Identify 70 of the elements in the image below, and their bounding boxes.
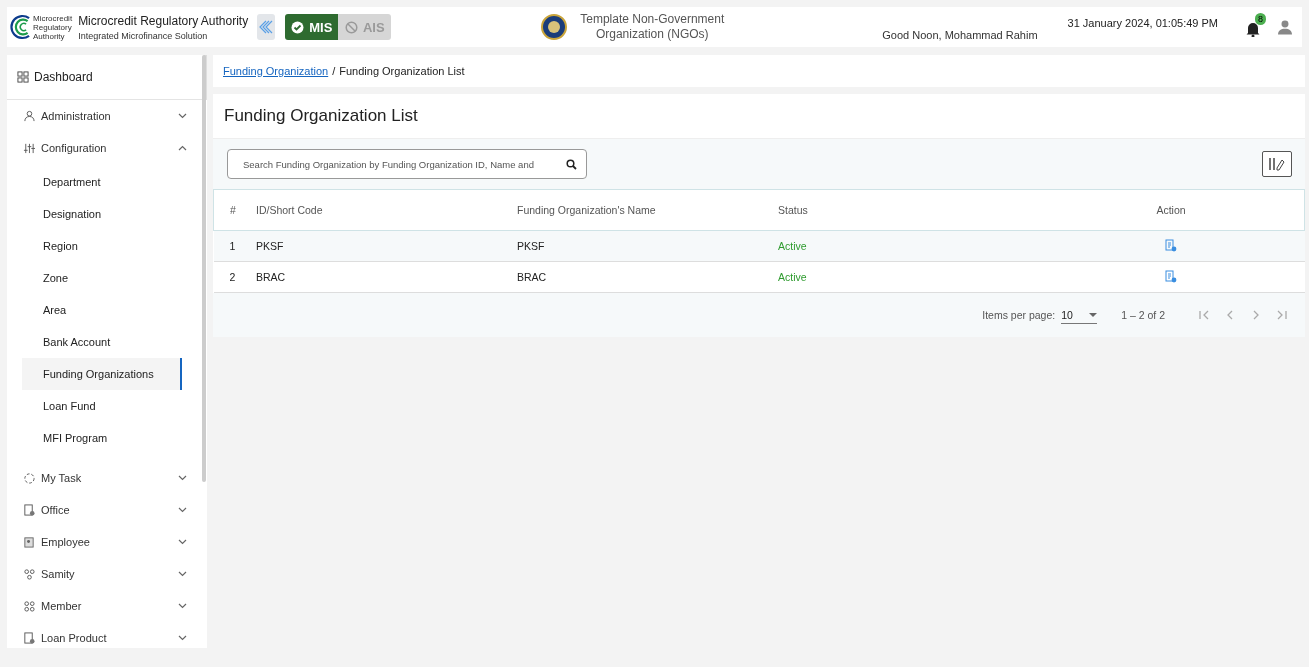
menu-group[interactable]: Samity bbox=[7, 558, 207, 590]
check-circle-icon bbox=[291, 20, 305, 34]
app-subtitle: Integrated Microfinance Solution bbox=[78, 30, 209, 41]
status-text: Active bbox=[777, 261, 1038, 293]
items-per-page-label: Items per page: bbox=[982, 309, 1056, 321]
menu-group[interactable]: Configuration bbox=[7, 132, 207, 164]
submenu-item[interactable]: Loan Fund bbox=[22, 390, 182, 422]
chevron-icon bbox=[178, 475, 187, 481]
menu-group[interactable]: Office bbox=[7, 494, 207, 526]
bell-icon[interactable] bbox=[1246, 21, 1260, 37]
menu-group[interactable]: Employee bbox=[7, 526, 207, 558]
organization-name: Template Non-Government Organization (NGOs) bbox=[579, 12, 726, 42]
last-page-icon bbox=[1276, 309, 1288, 321]
columns-pencil-icon bbox=[1268, 156, 1286, 172]
menu-group[interactable]: Administration bbox=[7, 100, 207, 132]
column-header: Action bbox=[1038, 189, 1305, 231]
table-cell: PKSF bbox=[255, 230, 516, 262]
column-header: Status bbox=[777, 189, 1038, 231]
menu-group[interactable]: Loan Product bbox=[7, 622, 207, 648]
view-details-icon[interactable] bbox=[1165, 238, 1178, 252]
table-cell: PKSF bbox=[516, 230, 777, 262]
menu-item[interactable]: Dashboard bbox=[7, 55, 207, 100]
chevron-icon bbox=[178, 603, 187, 609]
breadcrumb-separator: / bbox=[332, 65, 336, 77]
submenu-item[interactable]: Designation bbox=[22, 198, 182, 230]
status-text: Active bbox=[777, 230, 1038, 262]
first-page-icon bbox=[1198, 309, 1210, 321]
chevron-icon bbox=[178, 635, 187, 641]
date-time: 31 January 2024, 01:05:49 PM bbox=[1067, 17, 1218, 29]
emblem-icon bbox=[541, 14, 568, 40]
page-range: 1 – 2 of 2 bbox=[1121, 309, 1165, 321]
logo-text: Authority bbox=[33, 31, 65, 41]
collapse-button[interactable] bbox=[257, 14, 276, 40]
table-cell: 2 bbox=[213, 261, 255, 293]
breadcrumb-current: Funding Organization List bbox=[339, 65, 465, 77]
double-chevron-left-icon bbox=[258, 20, 275, 34]
menu-group[interactable]: Member bbox=[7, 590, 207, 622]
logo-text: Microcredit bbox=[33, 13, 73, 23]
caret-icon bbox=[1089, 312, 1098, 317]
module-tab[interactable]: MIS bbox=[285, 14, 339, 40]
search-icon bbox=[566, 159, 577, 170]
submenu-item[interactable]: Department bbox=[22, 166, 182, 198]
chevron-icon bbox=[178, 507, 187, 513]
submenu-item[interactable]: Area bbox=[22, 294, 182, 326]
table-cell: BRAC bbox=[255, 261, 516, 293]
notification-badge: 8 bbox=[1255, 13, 1267, 25]
column-header: Funding Organization's Name bbox=[516, 189, 777, 231]
column-header: ID/Short Code bbox=[255, 189, 516, 231]
menu-group[interactable]: My Task bbox=[7, 462, 207, 494]
submenu-item[interactable]: Zone bbox=[22, 262, 182, 294]
view-details-icon[interactable] bbox=[1165, 269, 1178, 283]
search-field[interactable]: Search Funding Organization by Funding Organization ID, Name and bbox=[227, 149, 587, 179]
logo-text: Regulatory bbox=[33, 22, 73, 32]
table-cell: 1 bbox=[213, 230, 255, 262]
ban-icon bbox=[344, 20, 358, 34]
chevron-icon bbox=[178, 571, 187, 577]
chevron-icon bbox=[178, 113, 187, 119]
app-title: Microcredit Regulatory Authority bbox=[78, 13, 249, 28]
breadcrumb-link[interactable]: Funding Organization bbox=[223, 65, 329, 77]
table-cell: BRAC bbox=[516, 261, 777, 293]
submenu-item[interactable]: Region bbox=[22, 230, 182, 262]
submenu-item[interactable]: Bank Account bbox=[22, 326, 182, 358]
greeting-text: Good Noon, Mohammad Rahim bbox=[882, 29, 1038, 41]
page-size-select[interactable]: 10 bbox=[1061, 306, 1098, 324]
column-edit-button[interactable] bbox=[1262, 151, 1292, 177]
chevron-icon bbox=[178, 539, 187, 545]
chevron-icon bbox=[178, 145, 187, 151]
submenu-item[interactable]: MFI Program bbox=[22, 422, 182, 454]
submenu-item[interactable]: Funding Organizations bbox=[22, 358, 182, 390]
column-header: # bbox=[213, 189, 255, 231]
